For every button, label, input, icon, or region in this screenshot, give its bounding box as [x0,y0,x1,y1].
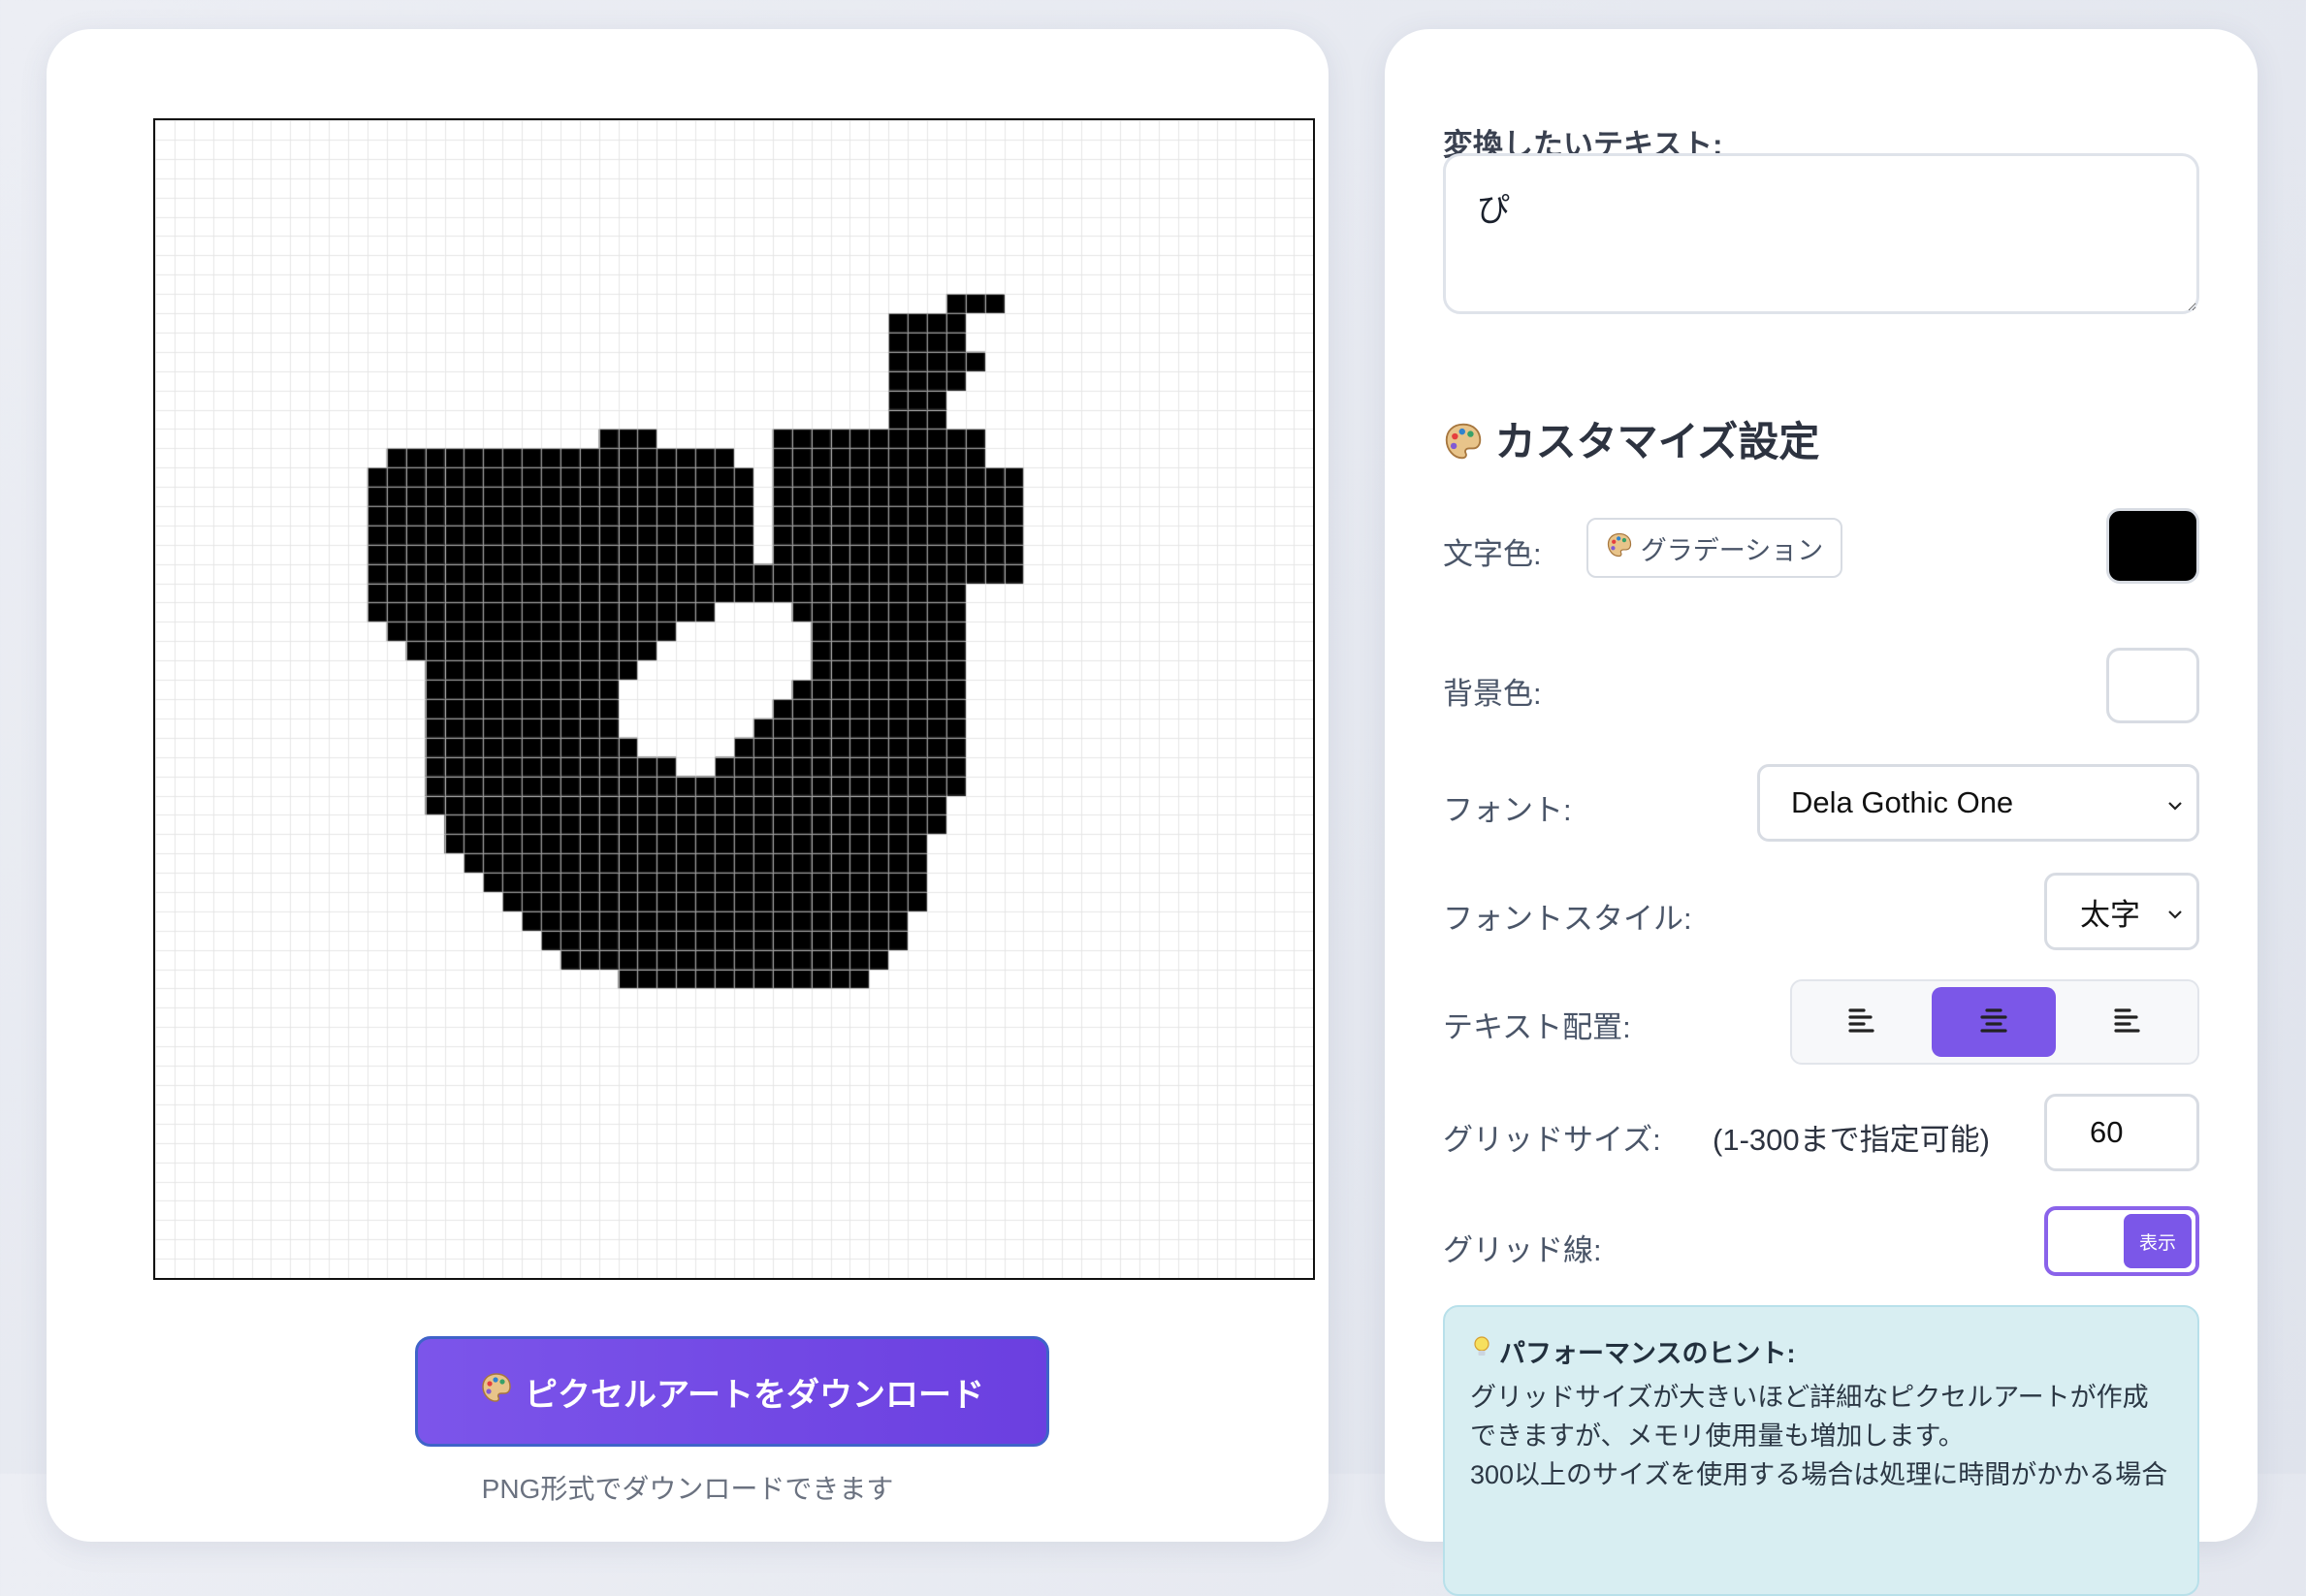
hint-line: できますが、メモリ使用量も増加します。 [1470,1421,1965,1451]
text-input[interactable]: ぴ [1443,153,2199,314]
gradient-button-label: グラデーション [1640,535,1824,565]
font-style-select[interactable]: 太字 [2044,873,2199,950]
hint-line: 300以上のサイズを使用する場合は処理に時間がかかる場合 [1470,1460,2168,1489]
hint-line: グリッドサイズが大きいほど詳細なピクセルアートが作成 [1470,1383,2149,1412]
gradient-button[interactable]: グラデーション [1586,518,1842,578]
align-center-button[interactable] [1932,987,2056,1057]
hint-title-text: パフォーマンスのヒント: [1499,1339,1796,1368]
align-left-icon [1847,1006,1876,1038]
align-center-icon [1979,1006,2008,1038]
grid-size-input[interactable]: 60 [2044,1094,2199,1171]
align-left-button[interactable] [1800,987,1924,1057]
customize-title-text: カスタマイズ設定 [1494,419,1820,464]
chevron-down-icon [2165,894,2185,929]
bg-color-label: 背景色: [1443,677,1542,711]
font-label: フォント: [1443,793,1572,827]
grid-size-value: 60 [2090,1115,2124,1149]
download-button-label: ピクセルアートをダウンロード [525,1376,984,1414]
chevron-down-icon [2165,785,2185,820]
grid-lines-toggle-knob: 表示 [2124,1214,2192,1268]
hint-title: パフォーマンスのヒント: [1470,1332,2172,1370]
pixel-art-preview [153,118,1315,1280]
grid-lines-label: グリッド線: [1443,1233,1602,1267]
palette-icon [1443,419,1495,464]
bg-color-picker[interactable] [2106,648,2199,723]
lightbulb-icon [1470,1334,1493,1368]
grid-lines-toggle[interactable]: 表示 [2044,1206,2199,1276]
grid-size-label: グリッドサイズ: [1443,1123,1661,1157]
pixel-grid-canvas [155,120,1313,1278]
font-style-label: フォントスタイル: [1443,902,1692,936]
font-style-value: 太字 [2080,897,2140,932]
preview-card: ピクセルアートをダウンロード PNG形式でダウンロードできます [47,29,1329,1542]
download-note: PNG形式でダウンロードできます [481,1474,894,1504]
palette-icon [480,1371,513,1413]
settings-card: 変換したいテキスト: ぴ カスタマイズ設定 文字色: グラデーション 背景色: … [1385,29,2258,1596]
align-right-icon [2113,1006,2142,1038]
customize-section-title: カスタマイズ設定 [1443,409,1819,468]
font-select-value: Dela Gothic One [1791,785,2014,819]
align-right-button[interactable] [2066,987,2190,1057]
palette-icon [1606,531,1633,565]
text-color-label: 文字色: [1443,537,1542,571]
text-color-picker[interactable] [2106,508,2199,584]
performance-hint-box: パフォーマンスのヒント: グリッドサイズが大きいほど詳細なピクセルアートが作成 … [1443,1305,2199,1596]
download-button[interactable]: ピクセルアートをダウンロード [415,1336,1049,1447]
grid-size-hint: (1-300まで指定可能) [1713,1123,1990,1157]
text-align-group [1790,979,2199,1065]
text-align-label: テキスト配置: [1443,1010,1631,1044]
font-select[interactable]: Dela Gothic One [1757,764,2199,842]
